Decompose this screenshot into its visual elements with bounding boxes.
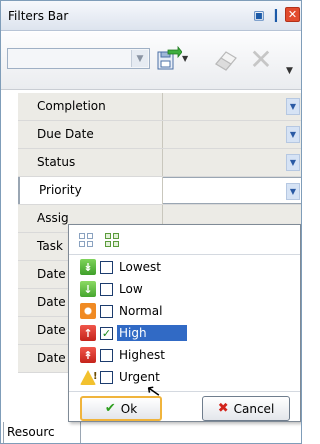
priority-option-lowest[interactable]: ↡ Lowest xyxy=(80,256,290,278)
filter-row-value[interactable]: ▼ xyxy=(163,93,301,120)
checkbox-lowest[interactable] xyxy=(100,260,113,274)
save-filter-icon[interactable] xyxy=(156,46,182,72)
divider xyxy=(69,391,300,392)
ok-button-label: Ok xyxy=(120,401,138,416)
filters-toolbar: ▼ ▼ ✕ ▼ xyxy=(1,32,301,90)
filter-row-value[interactable]: ▼ xyxy=(163,149,301,176)
tab-resources[interactable]: Resourc xyxy=(3,422,81,443)
deselect-all-icon[interactable] xyxy=(79,233,93,247)
close-icon: ✖ xyxy=(217,401,229,416)
priority-option-urgent[interactable]: ! Urgent xyxy=(80,366,290,388)
checkbox-highest[interactable] xyxy=(100,348,113,362)
filter-row[interactable]: Completion ▼ xyxy=(18,93,301,121)
filter-row-priority[interactable]: Priority ▼ xyxy=(18,177,301,205)
filters-bar-panel: Filters Bar ▣ ❙ ✕ ▼ ▼ ✕ ▼ Completion ▼ D… xyxy=(0,0,302,444)
chevron-down-icon[interactable]: ▼ xyxy=(286,154,300,171)
priority-low-icon: ↓ xyxy=(80,281,96,297)
priority-urgent-icon: ! xyxy=(80,369,98,385)
priority-option-high[interactable]: ↑ ✓ High xyxy=(80,322,290,344)
filter-row-label: Completion xyxy=(18,93,163,120)
priority-high-icon: ↑ xyxy=(80,325,96,341)
filter-row-label: Status xyxy=(18,149,163,176)
restore-icon[interactable]: ▣ xyxy=(251,7,267,23)
saved-filter-combo[interactable]: ▼ xyxy=(7,48,150,69)
option-label: Lowest xyxy=(119,260,161,274)
cancel-button-label: Cancel xyxy=(233,401,275,416)
chevron-down-icon[interactable]: ▼ xyxy=(286,126,300,143)
filter-row-label: Priority xyxy=(18,177,163,204)
eraser-icon[interactable] xyxy=(212,46,240,72)
save-dropdown-icon[interactable]: ▼ xyxy=(182,54,188,63)
filter-row-value[interactable]: ▼ xyxy=(163,121,301,148)
checkmark-icon: ✔ xyxy=(104,401,116,416)
option-label: Low xyxy=(119,282,143,296)
popup-toolbar xyxy=(69,225,300,255)
title-bar: Filters Bar ▣ ❙ ✕ xyxy=(1,1,301,31)
window-title: Filters Bar xyxy=(8,9,69,23)
chevron-down-icon[interactable]: ▼ xyxy=(286,183,300,200)
select-all-icon[interactable] xyxy=(105,233,119,247)
priority-highest-icon: ↟ xyxy=(80,347,96,363)
priority-lowest-icon: ↡ xyxy=(80,259,96,275)
filter-row[interactable]: Due Date ▼ xyxy=(18,121,301,149)
close-icon[interactable]: ✕ xyxy=(285,7,300,22)
priority-option-low[interactable]: ↓ Low xyxy=(80,278,290,300)
cancel-button[interactable]: ✖ Cancel xyxy=(202,396,290,421)
checkbox-high[interactable]: ✓ xyxy=(100,326,113,340)
checkbox-normal[interactable] xyxy=(100,304,113,318)
option-label: High xyxy=(117,325,187,341)
chevron-down-icon[interactable]: ▼ xyxy=(131,50,148,67)
priority-dropdown-popup: ↡ Lowest ↓ Low Normal ↑ ✓ High ↟ Highest… xyxy=(68,224,301,422)
chevron-down-icon[interactable]: ▼ xyxy=(286,66,293,76)
priority-normal-icon xyxy=(80,303,96,319)
filter-row[interactable]: Status ▼ xyxy=(18,149,301,177)
pin-icon[interactable]: ❙ xyxy=(268,7,284,23)
checkbox-urgent[interactable] xyxy=(100,370,113,384)
filter-row-value[interactable]: ▼ xyxy=(163,177,301,204)
option-label: Normal xyxy=(119,304,163,318)
priority-option-normal[interactable]: Normal xyxy=(80,300,290,322)
chevron-down-icon[interactable]: ▼ xyxy=(286,98,300,115)
row-gutter xyxy=(1,93,18,403)
checkbox-low[interactable] xyxy=(100,282,113,296)
filter-row-label: Due Date xyxy=(18,121,163,148)
option-label: Highest xyxy=(119,348,165,362)
priority-option-highest[interactable]: ↟ Highest xyxy=(80,344,290,366)
clear-filter-icon[interactable]: ✕ xyxy=(247,43,275,76)
